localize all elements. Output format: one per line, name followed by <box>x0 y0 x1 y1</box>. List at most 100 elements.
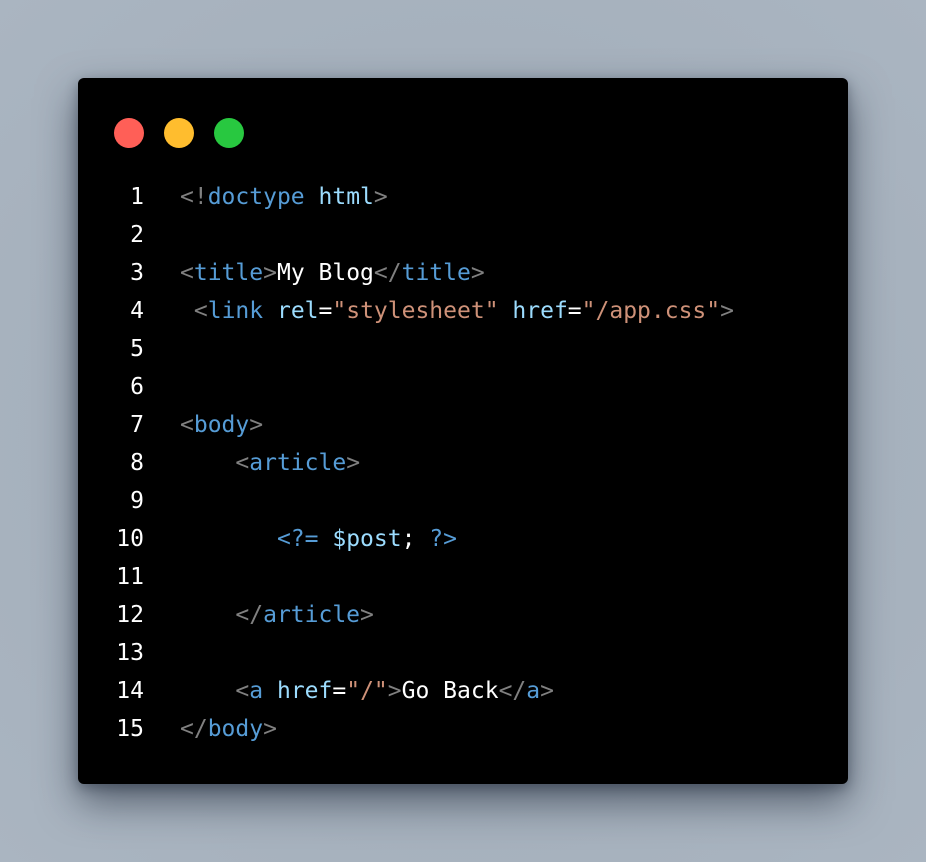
line-number: 14 <box>116 678 144 704</box>
code-token-punctuation: </ <box>235 602 264 628</box>
code-token-tag: <?= <box>276 526 319 552</box>
code-token-text: = <box>567 298 582 324</box>
code-token-attribute: href <box>276 678 333 704</box>
code-line: 3 <title>My Blog</title> <box>78 254 848 292</box>
code-line: 5 <box>78 330 848 368</box>
code-line: 2 <box>78 216 848 254</box>
code-text: <a href="/">Go Back</a> <box>180 672 554 710</box>
code-token-tag: title <box>193 260 264 286</box>
code-text: <link rel="stylesheet" href="/app.css"> <box>180 292 734 330</box>
code-token-attribute: href <box>512 298 568 324</box>
code-text: <body> <box>180 406 263 444</box>
code-line: 1 <!doctype html> <box>78 178 848 216</box>
code-line: 13 <box>78 634 848 672</box>
line-number: 5 <box>130 336 144 362</box>
code-line: 12 </article> <box>78 596 848 634</box>
code-token-punctuation: </ <box>373 260 402 286</box>
code-token-punctuation: > <box>263 260 277 286</box>
code-line: 9 <box>78 482 848 520</box>
code-text: <article> <box>180 444 360 482</box>
code-token-attribute: html <box>318 184 374 210</box>
code-line: 8 <article> <box>78 444 848 482</box>
line-number: 15 <box>116 716 144 742</box>
code-window: 1 <!doctype html> 2 3 <title>My Blog</title>… <box>78 78 848 784</box>
code-token-string: "/app.css" <box>581 298 721 324</box>
code-block: 1 <!doctype html> 2 3 <title>My Blog</title>… <box>78 178 848 748</box>
code-token-text: ; <box>401 526 430 552</box>
code-token-text: My Blog <box>276 260 374 286</box>
code-line: 15 </body> <box>78 710 848 748</box>
code-text: </body> <box>180 710 277 748</box>
code-token-tag: title <box>401 260 471 286</box>
code-line: 10 <?= $post; ?> <box>78 520 848 558</box>
line-number: 12 <box>116 602 144 628</box>
code-token-tag: body <box>207 716 264 742</box>
code-token-punctuation: > <box>387 678 402 704</box>
code-token-tag: a <box>249 678 264 704</box>
code-text: <title>My Blog</title> <box>180 254 485 292</box>
line-number: 3 <box>130 260 144 286</box>
code-token-punctuation: </ <box>498 678 527 704</box>
code-line: 14 <a href="/">Go Back</a> <box>78 672 848 710</box>
code-token-punctuation: > <box>540 678 554 704</box>
code-line: 4 <link rel="stylesheet" href="/app.css"… <box>78 292 848 330</box>
code-token-string: "/" <box>346 678 388 704</box>
line-number: 8 <box>130 450 144 476</box>
code-token-string: "stylesheet" <box>332 298 499 324</box>
code-text: <!doctype html> <box>180 178 388 216</box>
code-text: <?= $post; ?> <box>180 520 457 558</box>
maximize-button[interactable] <box>214 118 244 148</box>
line-number: 4 <box>130 298 144 324</box>
code-token-tag: a <box>526 678 541 704</box>
code-line: 6 <box>78 368 848 406</box>
line-number: 1 <box>130 184 144 210</box>
code-token-tag: body <box>193 412 250 438</box>
code-token-punctuation: < <box>193 298 208 324</box>
code-token-text: = <box>332 678 347 704</box>
code-token-punctuation: < <box>235 450 250 476</box>
code-token-punctuation: < <box>180 260 194 286</box>
code-token-punctuation: > <box>470 260 485 286</box>
window-controls <box>114 118 244 148</box>
line-number: 9 <box>130 488 144 514</box>
code-token-punctuation: > <box>249 412 264 438</box>
minimize-button[interactable] <box>164 118 194 148</box>
line-number: 2 <box>130 222 144 248</box>
code-token-punctuation: < <box>180 412 194 438</box>
code-token-tag: doctype <box>207 184 305 210</box>
line-number: 10 <box>116 526 144 552</box>
code-token-attribute: $post <box>332 526 402 552</box>
line-number: 7 <box>130 412 144 438</box>
code-token-tag: article <box>263 602 361 628</box>
code-text: </article> <box>180 596 374 634</box>
code-token-text: Go Back <box>401 678 499 704</box>
code-token-punctuation: <! <box>180 184 208 210</box>
code-token-punctuation: > <box>263 716 277 742</box>
code-token-text: = <box>318 298 333 324</box>
line-number: 11 <box>116 564 144 590</box>
line-number: 13 <box>116 640 144 666</box>
code-token-tag: article <box>249 450 347 476</box>
code-token-punctuation: > <box>346 450 361 476</box>
code-token-punctuation: < <box>235 678 250 704</box>
close-button[interactable] <box>114 118 144 148</box>
code-token-punctuation: </ <box>180 716 208 742</box>
code-token-punctuation: > <box>720 298 734 324</box>
code-token-attribute: rel <box>276 298 319 324</box>
code-token-punctuation: > <box>360 602 374 628</box>
code-token-tag: link <box>207 298 264 324</box>
code-token-punctuation: > <box>373 184 388 210</box>
code-line: 7 <body> <box>78 406 848 444</box>
line-number: 6 <box>130 374 144 400</box>
code-token-tag: ?> <box>429 526 457 552</box>
